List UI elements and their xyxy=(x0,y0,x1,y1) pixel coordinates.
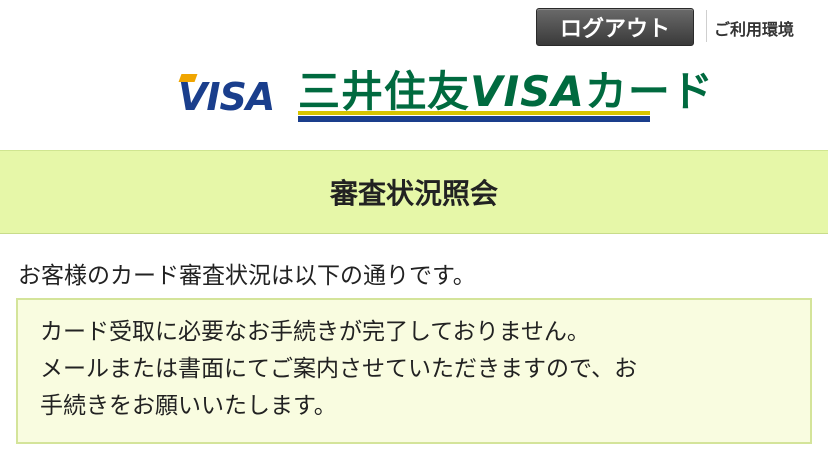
intro-text: お客様のカード審査状況は以下の通りです。 xyxy=(18,263,476,289)
logout-button[interactable]: ログアウト xyxy=(536,8,694,46)
header-divider xyxy=(706,10,707,42)
header-bar: ログアウト ご利用環境 xyxy=(0,0,828,56)
logo-underline-yellow xyxy=(298,111,650,115)
logo-underline-blue xyxy=(298,116,650,122)
notice-line: メールまたは書面にてご案内させていただきますので、お xyxy=(40,356,638,382)
brand-name: 三井住友VISAカード xyxy=(298,67,714,116)
environment-link[interactable]: ご利用環境 xyxy=(714,16,824,40)
smbc-visa-logo: VISA 三井住友VISAカード xyxy=(178,64,713,126)
notice-line: 手続きをお願いいたします。 xyxy=(40,393,337,419)
visa-accent-icon xyxy=(178,74,198,82)
visa-logo-mark: VISA xyxy=(178,74,275,116)
brand-name-prefix: 三井住友 xyxy=(298,67,471,116)
page-title: 審査状況照会 xyxy=(329,177,498,210)
page-title-bar: 審査状況照会 xyxy=(0,150,828,234)
notice-line: カード受取に必要なお手続きが完了しておりません。 xyxy=(40,319,590,345)
brand-name-visa: VISA xyxy=(470,67,585,116)
status-notice-box: カード受取に必要なお手続きが完了しておりません。 メールまたは書面にてご案内させ… xyxy=(16,298,812,444)
brand-name-suffix: カード xyxy=(584,67,714,116)
